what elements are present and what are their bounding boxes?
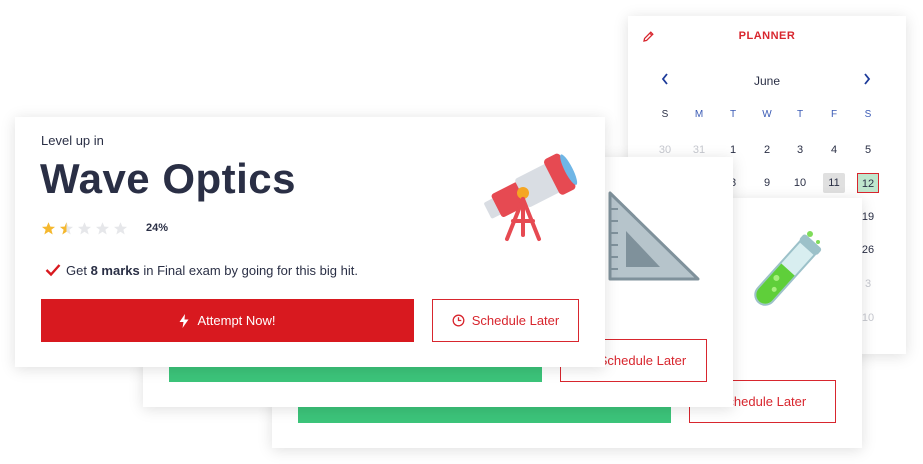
attempt-now-button[interactable]: Attempt Now! (41, 299, 414, 342)
calendar-day-marked[interactable]: 11 (823, 173, 845, 193)
calendar-day[interactable]: 2 (756, 140, 778, 160)
planner-title: PLANNER (738, 30, 796, 42)
progress-percent: 24% (146, 222, 169, 234)
progress-bar (298, 407, 671, 423)
calendar-day-selected[interactable]: 12 (857, 173, 879, 193)
calendar-day[interactable]: 9 (756, 173, 778, 193)
schedule-later-label: Schedule Later (471, 313, 560, 328)
star-empty-icon (95, 222, 110, 235)
test-tube-icon (734, 224, 834, 329)
benefit-highlight: 8 marks (90, 263, 140, 278)
weekday-header: S (864, 109, 872, 120)
benefit-text: Get 8 marks in Final exam by going for t… (66, 263, 358, 278)
calendar-day[interactable]: 5 (857, 140, 879, 160)
weekday-header: T (729, 109, 737, 120)
telescope-icon (477, 143, 581, 248)
progress-bar (169, 366, 542, 382)
calendar-day[interactable]: 10 (789, 173, 811, 193)
eyebrow-text: Level up in (41, 133, 104, 148)
checkmark-icon (45, 263, 61, 282)
attempt-now-label: Attempt Now! (197, 313, 276, 328)
schedule-later-label: Schedule Later (598, 353, 687, 368)
chevron-right-icon[interactable] (862, 72, 872, 89)
weekday-header: M (694, 109, 704, 120)
topic-title: Wave Optics (40, 155, 297, 202)
weekday-header: F (830, 109, 838, 120)
topic-card: Level up in Wave Optics 24% Get 8 marks … (15, 117, 605, 367)
star-full-icon (41, 222, 56, 235)
star-empty-icon (77, 222, 92, 235)
set-square-icon (602, 187, 702, 292)
star-empty-icon (113, 222, 128, 235)
calendar-day[interactable]: 4 (823, 140, 845, 160)
weekday-header: T (796, 109, 804, 120)
weekday-header: W (762, 109, 772, 120)
schedule-later-button[interactable]: Schedule Later (432, 299, 579, 342)
star-half-icon (59, 222, 74, 235)
clock-icon (452, 314, 465, 327)
calendar-day[interactable]: 3 (789, 140, 811, 160)
lightning-icon (179, 313, 189, 328)
star-rating (41, 221, 128, 236)
weekday-header: S (661, 109, 669, 120)
